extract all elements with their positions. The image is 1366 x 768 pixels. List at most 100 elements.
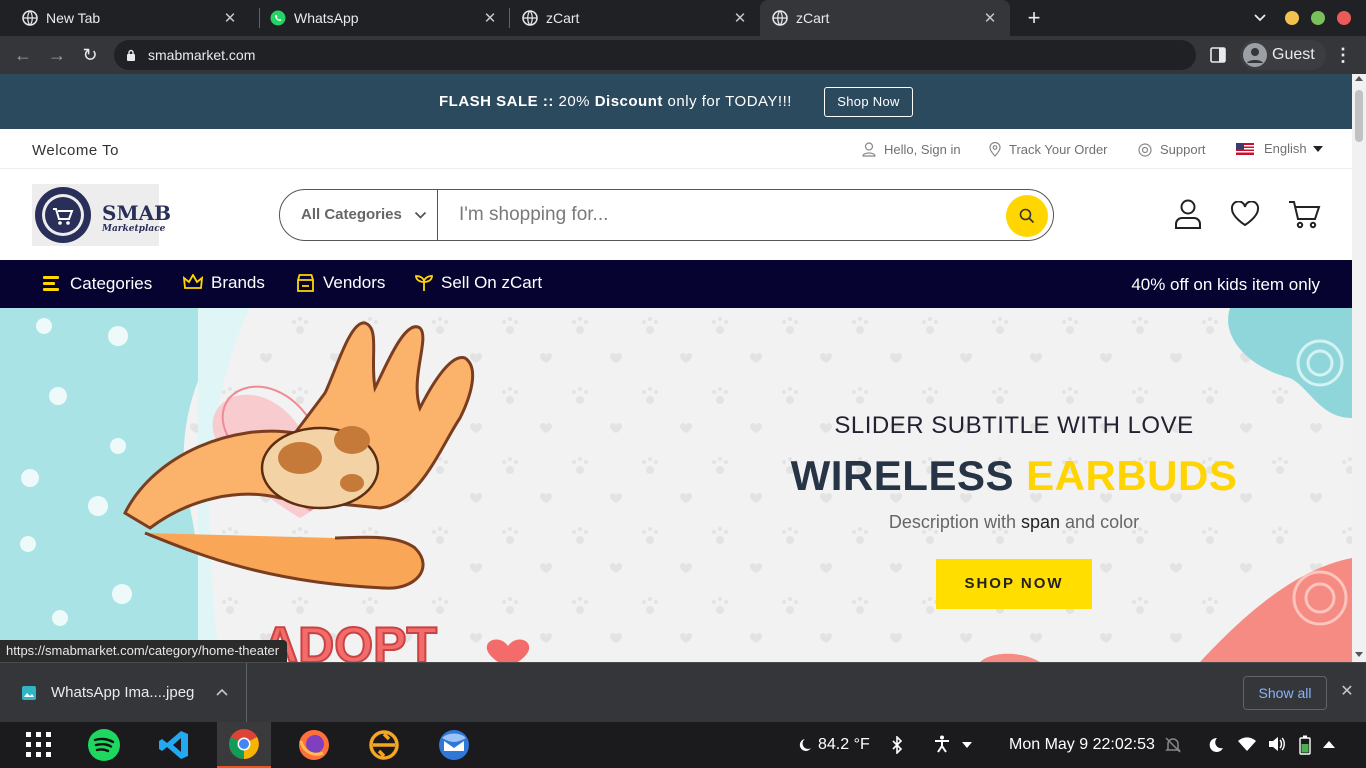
search-button[interactable] — [1006, 195, 1048, 237]
category-dropdown-label: All Categories — [301, 206, 402, 223]
tab-title: New Tab — [46, 10, 101, 26]
hero-shop-now-button[interactable]: SHOP NOW — [936, 559, 1092, 609]
close-tab-icon[interactable]: ✕ — [220, 9, 240, 27]
chevron-down-icon — [414, 211, 427, 219]
welcome-text: Welcome To — [32, 142, 119, 159]
forward-arrow-icon[interactable]: → — [46, 44, 68, 66]
hero-desc-part-c: and color — [1065, 512, 1140, 532]
minimize-window-icon[interactable] — [1285, 11, 1299, 25]
nav-brands[interactable]: Brands — [183, 273, 265, 293]
lifebuoy-icon — [1138, 142, 1152, 157]
hero-desc-part-a: Description with — [888, 512, 1016, 532]
battery-charging-icon[interactable] — [1299, 735, 1311, 755]
close-tab-icon[interactable]: ✕ — [980, 9, 1000, 27]
sprout-icon — [415, 275, 433, 291]
downloads-bar: WhatsApp Ima....jpeg Show all ✕ — [0, 662, 1366, 723]
close-downloads-bar-icon[interactable]: ✕ — [1337, 682, 1357, 702]
system-menu-chevron-up-icon[interactable] — [1323, 740, 1335, 748]
accessibility-icon[interactable] — [934, 735, 950, 753]
site-header: SMAB Marketplace All Categories — [0, 169, 1352, 260]
show-all-downloads-button[interactable]: Show all — [1243, 676, 1327, 710]
support-link[interactable]: Support — [1138, 142, 1206, 157]
tab-zcart[interactable]: zCart ✕ — [510, 0, 760, 36]
vscode-icon[interactable] — [147, 722, 201, 768]
tab-new-tab[interactable]: New Tab ✕ — [0, 0, 250, 36]
account-icon[interactable] — [1174, 199, 1202, 229]
chevron-up-icon[interactable] — [216, 688, 228, 696]
browser-toolbar: ← → ↻ smabmarket.com Guest ⋮ — [0, 36, 1366, 74]
web-page: FLASH SALE :: 20% Discount only for TODA… — [0, 74, 1352, 662]
scroll-up-arrow-icon[interactable] — [1355, 76, 1363, 81]
page-scrollbar[interactable] — [1352, 74, 1366, 662]
tab-title: WhatsApp — [294, 10, 359, 26]
search-icon — [1019, 208, 1035, 224]
flash-sale-discount: Discount — [594, 93, 663, 110]
weather-temperature[interactable]: 84.2 °F — [818, 736, 870, 754]
track-order-label: Track Your Order — [1009, 142, 1108, 157]
category-dropdown[interactable]: All Categories — [280, 190, 438, 240]
side-panel-icon[interactable] — [1210, 47, 1226, 63]
address-bar[interactable]: smabmarket.com — [114, 40, 1196, 70]
track-order-link[interactable]: Track Your Order — [989, 142, 1108, 157]
flash-sale-text: FLASH SALE :: 20% Discount only for TODA… — [439, 93, 792, 110]
app-grid-icon[interactable] — [12, 722, 66, 768]
tab-whatsapp[interactable]: WhatsApp ✕ — [260, 0, 510, 36]
site-logo[interactable]: SMAB Marketplace — [32, 184, 171, 246]
nav-sell-on-zcart[interactable]: Sell On zCart — [415, 273, 542, 293]
maximize-window-icon[interactable] — [1311, 11, 1325, 25]
cart-icon[interactable] — [1288, 199, 1322, 229]
store-icon — [297, 274, 314, 292]
close-tab-icon[interactable]: ✕ — [480, 9, 500, 27]
sign-in-link[interactable]: Hello, Sign in — [862, 142, 961, 157]
language-select[interactable]: English — [1236, 141, 1331, 156]
link-status-bubble: https://smabmarket.com/category/home-the… — [0, 640, 288, 662]
flash-shop-now-button[interactable]: Shop Now — [824, 87, 913, 117]
nav-categories[interactable]: Categories — [42, 274, 152, 294]
tab-title: zCart — [796, 10, 830, 26]
whatsapp-icon — [270, 10, 286, 26]
scroll-down-arrow-icon[interactable] — [1355, 652, 1363, 657]
caret-down-icon[interactable] — [962, 742, 972, 748]
chrome-icon[interactable] — [217, 722, 271, 768]
thunderbird-icon[interactable] — [427, 722, 481, 768]
nav-categories-label: Categories — [70, 274, 153, 293]
tab-title: zCart — [546, 10, 580, 26]
tab-search-chevron-icon[interactable] — [1253, 12, 1267, 24]
volume-icon[interactable] — [1268, 736, 1286, 752]
support-label: Support — [1160, 142, 1206, 157]
hero-slider[interactable]: ADOPT SLIDER SUBTITLE WITH LOVE WIRELESS… — [0, 308, 1352, 662]
sync-app-icon[interactable] — [357, 722, 411, 768]
url-text: smabmarket.com — [148, 47, 256, 63]
flash-sale-rest: only for TODAY!!! — [667, 93, 792, 110]
profile-name: Guest — [1272, 46, 1315, 63]
close-tab-icon[interactable]: ✕ — [730, 9, 750, 27]
search-input[interactable] — [439, 191, 999, 239]
flash-sale-banner: FLASH SALE :: 20% Discount only for TODA… — [0, 74, 1352, 129]
spotify-icon[interactable] — [77, 722, 131, 768]
flash-sale-label: FLASH SALE :: — [439, 93, 554, 110]
bluetooth-icon[interactable] — [891, 736, 903, 754]
tab-zcart-active[interactable]: zCart ✕ — [760, 0, 1010, 36]
kebab-menu-icon[interactable]: ⋮ — [1332, 44, 1354, 66]
date-time[interactable]: Mon May 9 22:02:53 — [1009, 736, 1155, 754]
logo-text: SMAB — [102, 201, 172, 225]
back-arrow-icon[interactable]: ← — [12, 44, 34, 66]
lock-icon[interactable] — [126, 49, 136, 61]
wishlist-heart-icon[interactable] — [1230, 201, 1260, 227]
nav-sell-label: Sell On zCart — [441, 273, 543, 292]
gear-cart-logo-icon — [35, 187, 91, 243]
close-window-icon[interactable] — [1337, 11, 1351, 25]
sign-in-label: Hello, Sign in — [884, 142, 961, 157]
download-item[interactable]: WhatsApp Ima....jpeg — [0, 663, 247, 723]
crown-icon — [183, 274, 203, 289]
scroll-thumb[interactable] — [1355, 90, 1363, 142]
nav-vendors[interactable]: Vendors — [296, 273, 385, 293]
new-tab-plus-icon[interactable]: + — [1022, 6, 1046, 30]
notifications-muted-icon[interactable] — [1165, 737, 1181, 753]
profile-chip[interactable]: Guest — [1240, 40, 1326, 70]
nav-vendors-label: Vendors — [323, 273, 386, 292]
night-light-moon-icon[interactable] — [1209, 737, 1223, 753]
reload-icon[interactable]: ↻ — [79, 44, 101, 66]
wifi-icon[interactable] — [1238, 737, 1256, 751]
firefox-icon[interactable] — [287, 722, 341, 768]
